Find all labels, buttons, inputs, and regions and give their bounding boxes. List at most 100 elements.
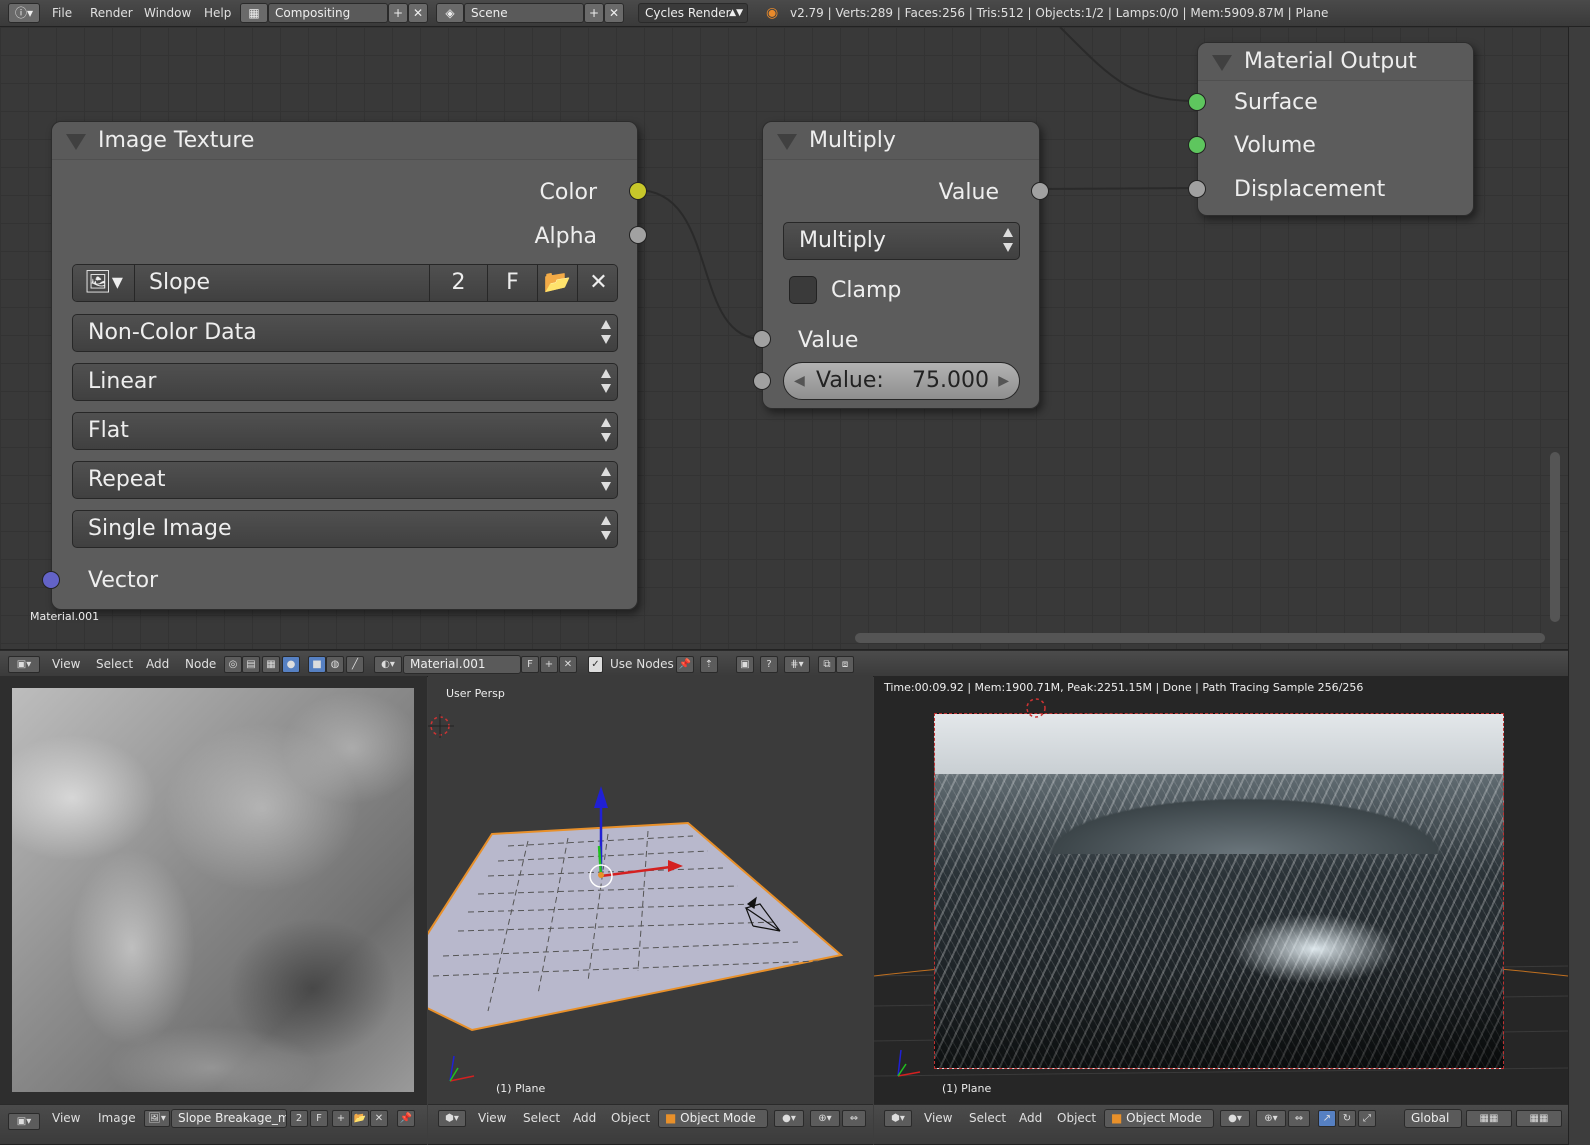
open-image-icon[interactable]: 📂 [351, 1110, 369, 1127]
scene-field[interactable]: Scene [464, 3, 584, 23]
value-input-socket-2[interactable] [753, 372, 771, 390]
projection-select[interactable]: Flat [72, 412, 618, 450]
editor-type-image-icon[interactable]: ▣▾ [8, 1113, 40, 1130]
collapse-triangle-icon[interactable] [66, 134, 86, 150]
close-icon[interactable]: ✕ [578, 265, 617, 301]
open-folder-icon[interactable]: 📂 [538, 265, 578, 301]
editor-type-node-icon[interactable]: ▣▾ [8, 656, 40, 673]
color-space-select[interactable]: Non-Color Data [72, 314, 618, 352]
displacement-input-socket[interactable] [1188, 180, 1206, 198]
source-select[interactable]: Single Image [72, 510, 618, 548]
surface-input-socket[interactable] [1188, 93, 1206, 111]
pin-icon[interactable]: 📌 [397, 1110, 415, 1127]
collapse-triangle-icon[interactable] [1212, 55, 1232, 71]
pin-icon[interactable]: 📌 [676, 656, 694, 673]
interaction-mode-select[interactable]: ■ Object Mode [1104, 1109, 1214, 1128]
remove-material-icon[interactable]: ✕ [559, 656, 577, 673]
math-operation-select[interactable]: Multiply [783, 222, 1020, 260]
viewport-shading-icon[interactable]: ●▾ [1220, 1110, 1250, 1127]
manipulator-toggle-icon[interactable]: ⇔ [1288, 1110, 1310, 1127]
paste-icon[interactable]: ⧈ [836, 656, 854, 673]
vector-input-socket[interactable] [42, 571, 60, 589]
vertical-scrollbar[interactable] [1550, 27, 1562, 650]
material-name-field[interactable]: Material.001 [403, 655, 521, 674]
menu-object[interactable]: Object [1057, 1105, 1096, 1132]
auto-render-icon[interactable]: ? [760, 656, 778, 673]
menu-add[interactable]: Add [573, 1105, 596, 1132]
menu-window[interactable]: Window [144, 0, 191, 27]
image-name-field[interactable]: Slope Break...heightt.png [135, 265, 430, 301]
node-header[interactable]: Material Output [1198, 43, 1473, 81]
scale-manipulator-icon[interactable]: ⤢ [1358, 1110, 1376, 1127]
menu-view[interactable]: View [52, 1105, 80, 1145]
rendered-viewport-panel[interactable]: Time:00:09.92 | Mem:1900.71M, Peak:2251.… [874, 676, 1568, 1106]
screen-layout-icon[interactable]: ▦ [240, 3, 268, 23]
world-shader-icon[interactable]: ◍ [326, 656, 344, 673]
shader-nodes-icon[interactable]: ● [282, 656, 300, 673]
backdrop-icon[interactable]: ▣ [736, 656, 754, 673]
editor-type-3d-icon[interactable]: ⬢▾ [884, 1110, 912, 1127]
value-input-socket-1[interactable] [753, 330, 771, 348]
object-nodes-icon[interactable]: ◎ [224, 656, 242, 673]
image-users-count[interactable]: 2 [430, 265, 488, 301]
menu-add[interactable]: Add [146, 651, 169, 678]
translate-manipulator-icon[interactable]: ↗ [1318, 1110, 1336, 1127]
manipulator-toggle-icon[interactable]: ⇔ [842, 1110, 866, 1127]
increment-arrow-icon[interactable]: ▶ [998, 363, 1009, 399]
fake-user-button[interactable]: F [310, 1110, 328, 1127]
menu-render[interactable]: Render [90, 0, 133, 27]
interaction-mode-select[interactable]: ■ Object Mode [658, 1109, 768, 1128]
menu-image[interactable]: Image [98, 1105, 136, 1132]
transform-orientation-select[interactable]: Global [1404, 1109, 1462, 1128]
image-browse-icon[interactable]: 🖼▾ [73, 265, 135, 301]
menu-file[interactable]: File [52, 0, 72, 27]
color-output-socket[interactable] [629, 182, 647, 200]
remove-scene-icon[interactable]: ✕ [604, 3, 624, 23]
object-shader-icon[interactable]: ■ [308, 656, 326, 673]
image-browse-icon[interactable]: 🖼▾ [144, 1110, 170, 1127]
fake-user-button[interactable]: F [521, 656, 539, 673]
snap-icon[interactable]: ⋕▾ [784, 656, 810, 673]
menu-select[interactable]: Select [96, 651, 133, 678]
menu-select[interactable]: Select [969, 1105, 1006, 1132]
scene-icon[interactable]: ◈ [436, 3, 464, 23]
image-name-field[interactable]: Slope Breakage_mp... [171, 1109, 287, 1128]
volume-input-socket[interactable] [1188, 136, 1206, 154]
extension-select[interactable]: Repeat [72, 461, 618, 499]
go-parent-icon[interactable]: ⇡ [700, 656, 718, 673]
menu-view[interactable]: View [924, 1105, 952, 1132]
menu-select[interactable]: Select [523, 1105, 560, 1132]
line-style-icon[interactable]: ╱ [346, 656, 364, 673]
node-header[interactable]: Image Texture [52, 122, 637, 160]
alpha-output-socket[interactable] [629, 226, 647, 244]
screen-layout-field[interactable]: Compositing [268, 3, 388, 23]
rotate-manipulator-icon[interactable]: ↻ [1338, 1110, 1356, 1127]
material-browse-icon[interactable]: ◐▾ [374, 656, 402, 673]
viewport-shading-icon[interactable]: ●▾ [774, 1110, 804, 1127]
add-scene-icon[interactable]: + [584, 3, 604, 23]
node-header[interactable]: Multiply [763, 122, 1039, 160]
unlink-image-icon[interactable]: ✕ [370, 1110, 388, 1127]
value-output-socket[interactable] [1031, 182, 1049, 200]
add-layout-icon[interactable]: + [388, 3, 408, 23]
clamp-checkbox[interactable] [789, 276, 817, 304]
render-engine-select[interactable]: Cycles Render ▲▼ [638, 3, 748, 23]
pivot-point-icon[interactable]: ⊕▾ [1256, 1110, 1286, 1127]
world-nodes-icon[interactable]: ▤ [242, 656, 260, 673]
multiply-math-node[interactable]: Multiply Value Multiply Clamp Value ◀ Va… [753, 121, 1049, 409]
scrollbar-thumb[interactable] [1550, 452, 1560, 622]
image-users-count[interactable]: 2 [290, 1110, 308, 1127]
menu-add[interactable]: Add [1019, 1105, 1042, 1132]
layers-grid-icon[interactable]: ▦▦ [1466, 1110, 1512, 1127]
pivot-point-icon[interactable]: ⊕▾ [810, 1110, 840, 1127]
menu-object[interactable]: Object [611, 1105, 650, 1132]
new-image-icon[interactable]: + [332, 1110, 350, 1127]
fake-user-button[interactable]: F [488, 265, 538, 301]
add-material-icon[interactable]: + [540, 656, 558, 673]
menu-help[interactable]: Help [204, 0, 231, 27]
remove-layout-icon[interactable]: ✕ [408, 3, 428, 23]
horizontal-scrollbar[interactable] [855, 633, 1545, 643]
layers-grid-2-icon[interactable]: ▦▦ [1516, 1110, 1562, 1127]
image-texture-node[interactable]: Image Texture Color Alpha 🖼▾ Slope Break… [42, 121, 647, 610]
menu-node[interactable]: Node [185, 651, 216, 678]
